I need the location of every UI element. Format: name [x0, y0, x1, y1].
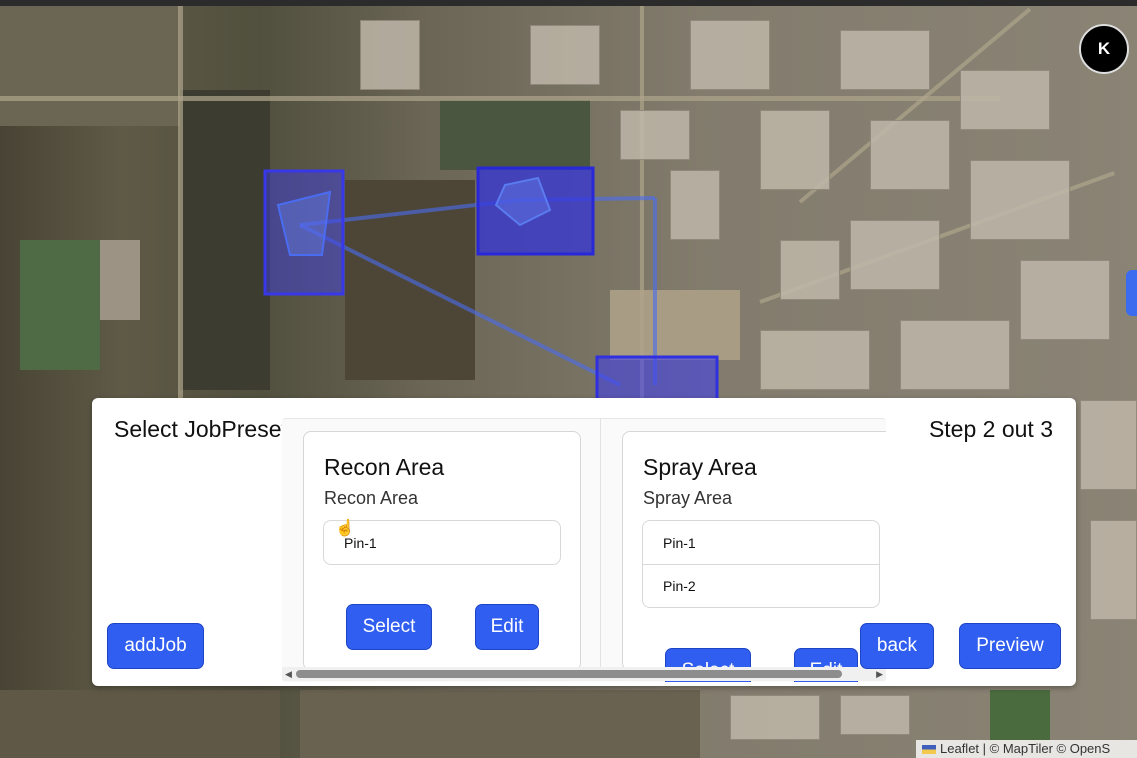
attribution-text[interactable]: Leaflet | © MapTiler © OpenS [940, 741, 1110, 756]
edit-button[interactable]: Edit [475, 604, 539, 650]
card-divider [600, 419, 601, 667]
area-polygon-3[interactable] [595, 355, 719, 404]
card-subtitle: Spray Area [643, 488, 733, 508]
scrollbar-thumb[interactable] [296, 670, 842, 678]
select-button[interactable]: Select [346, 604, 432, 650]
preset-card-scroller[interactable]: Recon Area Recon Area Pin-1 Select Edit … [282, 418, 886, 682]
card-subtitle: Recon Area [324, 488, 419, 508]
top-bar [0, 0, 1137, 6]
user-avatar[interactable]: K [1079, 24, 1129, 74]
horizontal-scrollbar[interactable]: ◀ ▶ [282, 667, 886, 681]
pin-list: Pin-1 Pin-2 [642, 520, 880, 608]
area-polygon-1[interactable] [263, 169, 345, 296]
scroll-right-arrow-icon[interactable]: ▶ [876, 669, 883, 680]
pin-list-item[interactable]: Pin-2 [643, 564, 879, 607]
preset-card-track: Recon Area Recon Area Pin-1 Select Edit … [282, 419, 886, 682]
pin-list-item[interactable]: Pin-1 [643, 521, 879, 564]
preset-card-spray: Spray Area Spray Area Pin-1 Pin-2 Select… [622, 431, 886, 682]
back-button[interactable]: back [860, 623, 934, 669]
map-attribution: Leaflet | © MapTiler © OpenS [916, 740, 1137, 758]
step-indicator: Step 2 out 3 [928, 416, 1053, 442]
card-title: Spray Area [643, 454, 757, 480]
preset-card-recon: Recon Area Recon Area Pin-1 Select Edit [303, 431, 581, 671]
pin-list: Pin-1 [323, 520, 561, 565]
preview-button[interactable]: Preview [959, 623, 1061, 669]
ukraine-flag-icon [922, 745, 936, 755]
scroll-left-arrow-icon[interactable]: ◀ [285, 669, 292, 680]
panel-title: Select JobPreset [114, 416, 288, 442]
add-job-button[interactable]: addJob [107, 623, 204, 669]
job-preset-panel: Select JobPreset Step 2 out 3 Recon Area… [92, 398, 1076, 686]
area-polygon-2[interactable] [476, 166, 595, 256]
card-title: Recon Area [324, 454, 445, 480]
hand-pointer-icon: ☝ [335, 520, 355, 537]
pin-list-item[interactable]: Pin-1 [324, 521, 560, 564]
side-drawer-tab[interactable] [1126, 270, 1137, 316]
